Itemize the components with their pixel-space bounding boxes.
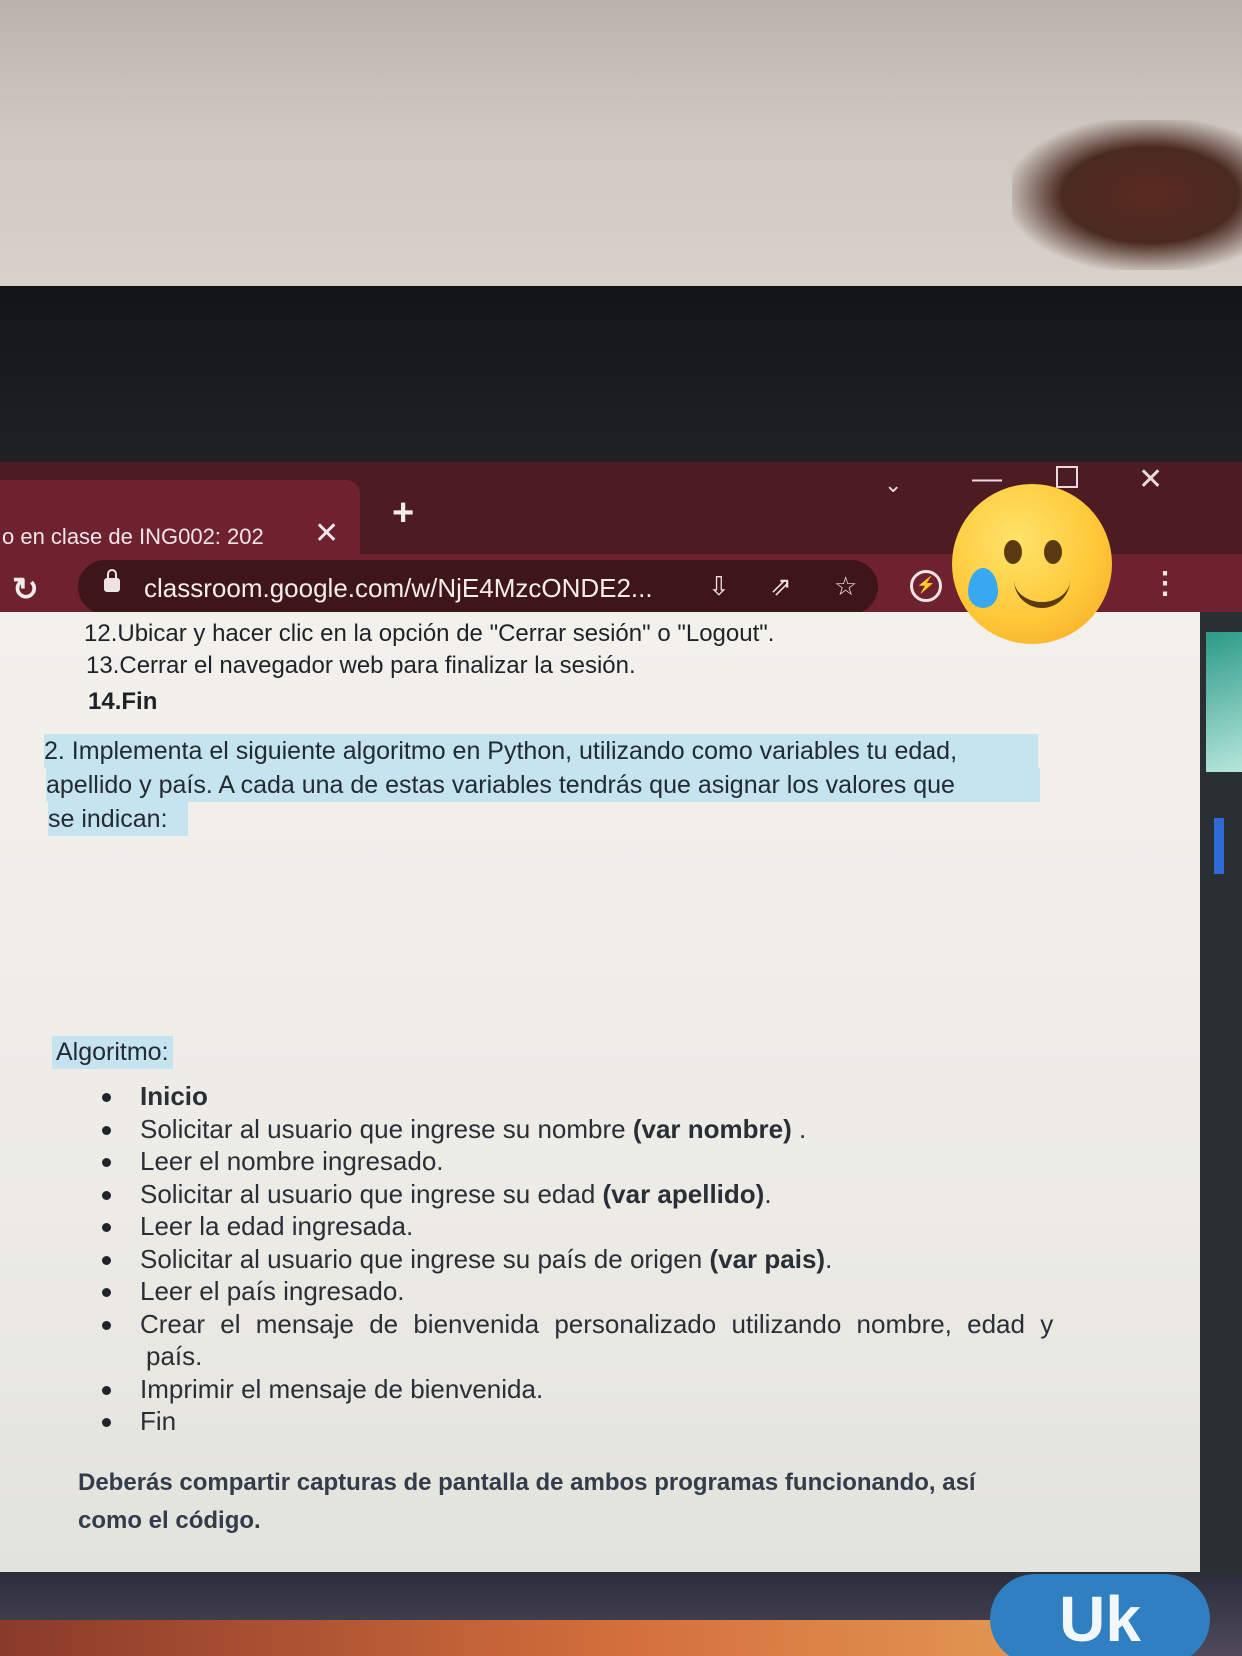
tab-title: o en clase de ING002: 202 [2, 524, 264, 549]
algorithm-label: Algoritmo: [52, 1036, 173, 1069]
list-item: Inicio [96, 1080, 1056, 1113]
instruction-line-3: se indican: [48, 802, 188, 836]
list-item: Fin [96, 1405, 1056, 1438]
side-indicator [1214, 818, 1224, 874]
algorithm-list: Inicio Solicitar al usuario que ingrese … [96, 1080, 1056, 1438]
emoji-eye-right [1044, 540, 1062, 564]
browser-window: o en clase de ING002: 202 ✕ + ⌄ — ✕ ↻ cl… [0, 462, 1242, 1656]
star-icon[interactable]: ☆ [834, 571, 857, 602]
closing-line-2: como el código. [78, 1507, 261, 1534]
emoji-eye-left [1004, 540, 1022, 564]
lock-icon[interactable] [104, 569, 120, 592]
list-item: Crear el mensaje de bienvenida personali… [96, 1308, 1056, 1341]
list-item: Leer el país ingresado. [96, 1275, 1056, 1308]
document-page: 12.Ubicar y hacer clic en la opción de "… [0, 612, 1210, 1622]
list-item-continuation: país. [146, 1341, 203, 1371]
address-bar[interactable]: classroom.google.com/w/NjE4MzcONDE2... ⇩… [78, 560, 878, 614]
emoji-tear [968, 568, 998, 608]
step-13: 13.Cerrar el navegador web para finaliza… [86, 652, 636, 679]
new-tab-button[interactable]: + [392, 492, 414, 535]
list-item: Imprimir el mensaje de bienvenida. [96, 1373, 1056, 1406]
closing-line-1: Deberás compartir capturas de pantalla d… [78, 1469, 976, 1496]
install-icon[interactable]: ⇩ [708, 571, 730, 602]
url-text[interactable]: classroom.google.com/w/NjE4MzcONDE2... [144, 573, 653, 604]
maximize-button[interactable] [1056, 466, 1078, 488]
close-window-button[interactable]: ✕ [1138, 462, 1163, 497]
tab-search-icon[interactable]: ⌄ [884, 472, 902, 498]
list-item: Leer la edad ingresada. [96, 1210, 1056, 1243]
tab-close-icon[interactable]: ✕ [314, 516, 339, 551]
crying-emoji-sticker [952, 484, 1112, 644]
list-item: Solicitar al usuario que ingrese su nomb… [96, 1113, 1056, 1146]
kebab-menu-icon[interactable]: ⋮ [1150, 566, 1180, 601]
extension-icon[interactable]: ⚡ [910, 570, 942, 602]
reload-icon[interactable]: ↻ [12, 570, 39, 608]
list-item: Leer el nombre ingresado. [96, 1145, 1056, 1178]
step-14: 14.Fin [88, 688, 158, 715]
step-12: 12.Ubicar y hacer clic en la opción de "… [84, 620, 775, 647]
emoji-mouth [1014, 574, 1070, 608]
side-thumbnail[interactable] [1206, 632, 1242, 772]
monitor-bezel [0, 286, 1242, 476]
instruction-line-2: apellido y país. A cada una de estas var… [46, 768, 1040, 802]
closing-paragraph: Deberás compartir capturas de pantalla d… [78, 1464, 1058, 1540]
taskbar-stripe [0, 1620, 1060, 1656]
list-item: Solicitar al usuario que ingrese su país… [96, 1243, 1056, 1276]
instruction-line-1: 2. Implementa el siguiente algoritmo en … [44, 734, 1038, 768]
wall-object [1012, 120, 1242, 270]
browser-tab[interactable]: o en clase de ING002: 202 ✕ [0, 480, 360, 554]
taskbar-badge[interactable]: Uk [990, 1574, 1210, 1656]
share-icon[interactable]: ⇗ [770, 571, 792, 602]
list-item: Solicitar al usuario que ingrese su edad… [96, 1178, 1056, 1211]
